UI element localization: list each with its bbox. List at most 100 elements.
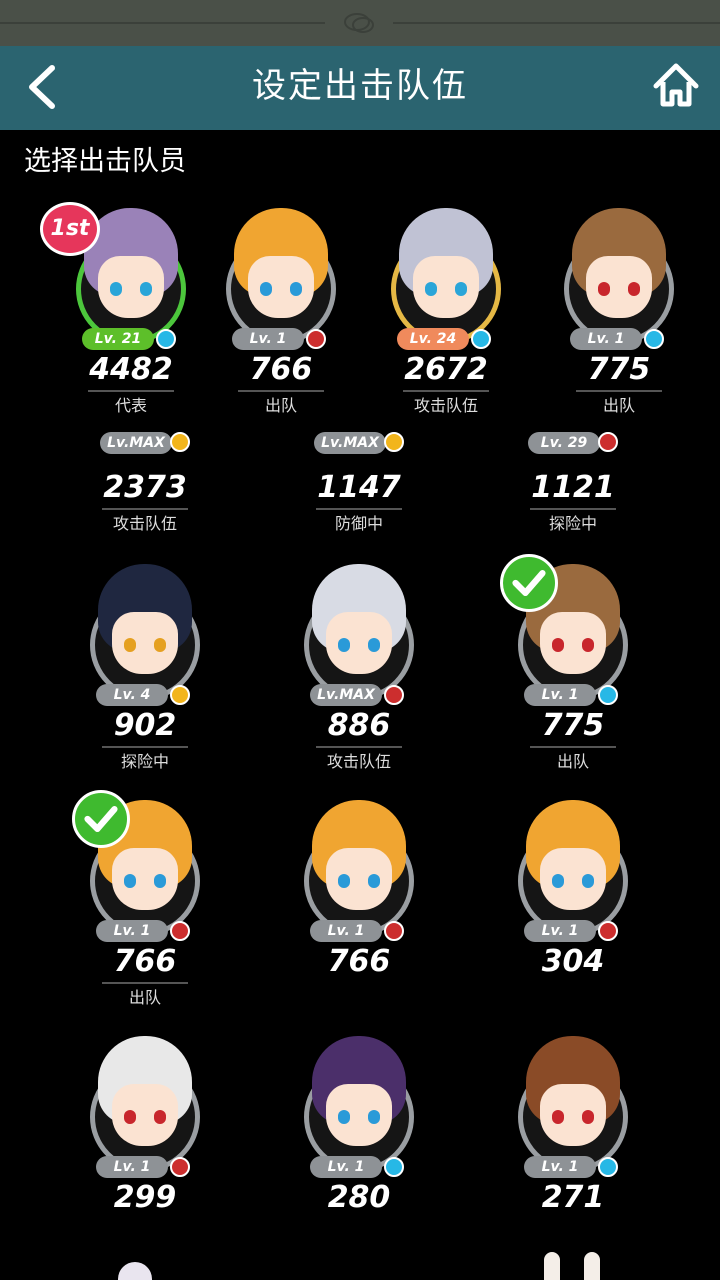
- level-pill: Lv. 4: [96, 684, 168, 706]
- character-card[interactable]: Lv.MAX 886 攻击队伍: [284, 556, 434, 786]
- character-portrait: [391, 200, 501, 346]
- character-card[interactable]: Lv.MAX 1147 防御中: [284, 432, 434, 533]
- level-pill: Lv. 21: [82, 328, 154, 350]
- level-pill: Lv. 29: [528, 432, 600, 454]
- level-pill: Lv. 1: [524, 920, 596, 942]
- eye-left: [552, 874, 564, 888]
- eye-left: [552, 638, 564, 652]
- power-value: 775: [541, 708, 605, 743]
- eye-right: [140, 282, 152, 296]
- power-divider: [102, 508, 188, 510]
- power-value: 2672: [404, 352, 488, 387]
- status-label: 出队: [602, 396, 635, 415]
- level-pill: Lv. 1: [524, 1156, 596, 1178]
- eye-right: [368, 874, 380, 888]
- element-type-icon: [598, 1157, 618, 1177]
- level-pill: Lv. 1: [96, 920, 168, 942]
- eye-right: [455, 282, 467, 296]
- face: [98, 256, 164, 318]
- character-card[interactable]: Lv. 1 304: [498, 792, 648, 1022]
- selected-check-icon: [500, 554, 558, 612]
- power-value: 775: [587, 352, 651, 387]
- power-value: 1147: [317, 470, 401, 505]
- element-type-icon: [644, 329, 664, 349]
- character-portrait: [518, 1028, 628, 1174]
- element-type-icon: [156, 329, 176, 349]
- section-title: 选择出击队员: [24, 146, 186, 177]
- character-portrait: [304, 1028, 414, 1174]
- level-pill: Lv. 24: [397, 328, 469, 350]
- character-portrait: [304, 556, 414, 702]
- power-divider: [530, 746, 616, 748]
- level-pill: Lv. 1: [232, 328, 304, 350]
- character-card[interactable]: Lv. 1 271: [498, 1028, 648, 1258]
- character-card[interactable]: Lv. 1 775 出队: [544, 200, 694, 430]
- eye-left: [425, 282, 437, 296]
- status-label: 出队: [556, 752, 589, 771]
- power-value: 2373: [103, 470, 187, 505]
- character-card[interactable]: Lv.MAX 2373 攻击队伍: [70, 432, 220, 533]
- element-type-icon: [170, 1157, 190, 1177]
- face: [326, 612, 392, 674]
- status-label: 出队: [264, 396, 297, 415]
- power-divider: [576, 390, 662, 392]
- element-type-icon: [170, 432, 190, 452]
- character-card[interactable]: Lv. 1 766: [284, 792, 434, 1022]
- power-value: 299: [113, 1180, 177, 1215]
- element-type-icon: [598, 685, 618, 705]
- power-value: 304: [541, 944, 605, 979]
- eye-left: [338, 638, 350, 652]
- character-card[interactable]: Lv. 4 902 探险中: [70, 556, 220, 786]
- eye-right: [154, 638, 166, 652]
- power-value: 4482: [89, 352, 173, 387]
- character-card[interactable]: Lv. 24 2672 攻击队伍: [371, 200, 521, 430]
- partial-portrait-peek: [118, 1262, 152, 1280]
- element-type-icon: [170, 921, 190, 941]
- face: [540, 1084, 606, 1146]
- power-value: 766: [249, 352, 313, 387]
- level-pill: Lv. 1: [310, 1156, 382, 1178]
- power-divider: [530, 508, 616, 510]
- home-icon[interactable]: [652, 62, 700, 108]
- character-card[interactable]: Lv. 1 766 出队: [206, 200, 356, 430]
- bunny-ear: [584, 1252, 600, 1280]
- eye-right: [628, 282, 640, 296]
- status-label: 攻击队伍: [326, 752, 391, 771]
- power-divider: [316, 508, 402, 510]
- element-type-icon: [384, 685, 404, 705]
- power-value: 271: [541, 1180, 605, 1215]
- face: [326, 1084, 392, 1146]
- rank-badge: 1st: [40, 202, 100, 256]
- element-type-icon: [598, 432, 618, 452]
- power-divider: [102, 982, 188, 984]
- eye-left: [260, 282, 272, 296]
- element-type-icon: [384, 921, 404, 941]
- face: [326, 848, 392, 910]
- power-divider: [88, 390, 174, 392]
- power-value: 766: [327, 944, 391, 979]
- eye-left: [338, 1110, 350, 1124]
- eye-right: [368, 638, 380, 652]
- character-card[interactable]: Lv. 1 280: [284, 1028, 434, 1258]
- character-portrait: [304, 792, 414, 938]
- element-type-icon: [384, 432, 404, 452]
- element-type-icon: [306, 329, 326, 349]
- level-pill: Lv.MAX: [100, 432, 172, 454]
- status-label: 出队: [128, 988, 161, 1007]
- face: [112, 848, 178, 910]
- level-pill: Lv. 1: [570, 328, 642, 350]
- eye-right: [368, 1110, 380, 1124]
- status-label: 探险中: [120, 752, 169, 771]
- level-pill: Lv.MAX: [310, 684, 382, 706]
- status-label: 探险中: [548, 514, 597, 533]
- status-label: 攻击队伍: [112, 514, 177, 533]
- element-type-icon: [598, 921, 618, 941]
- eye-left: [110, 282, 122, 296]
- status-divider-right: [393, 22, 720, 24]
- character-card[interactable]: Lv. 29 1121 探险中: [498, 432, 648, 533]
- status-label: 防御中: [334, 514, 383, 533]
- power-value: 280: [327, 1180, 391, 1215]
- eye-right: [290, 282, 302, 296]
- character-card[interactable]: Lv. 1 299: [70, 1028, 220, 1258]
- face: [413, 256, 479, 318]
